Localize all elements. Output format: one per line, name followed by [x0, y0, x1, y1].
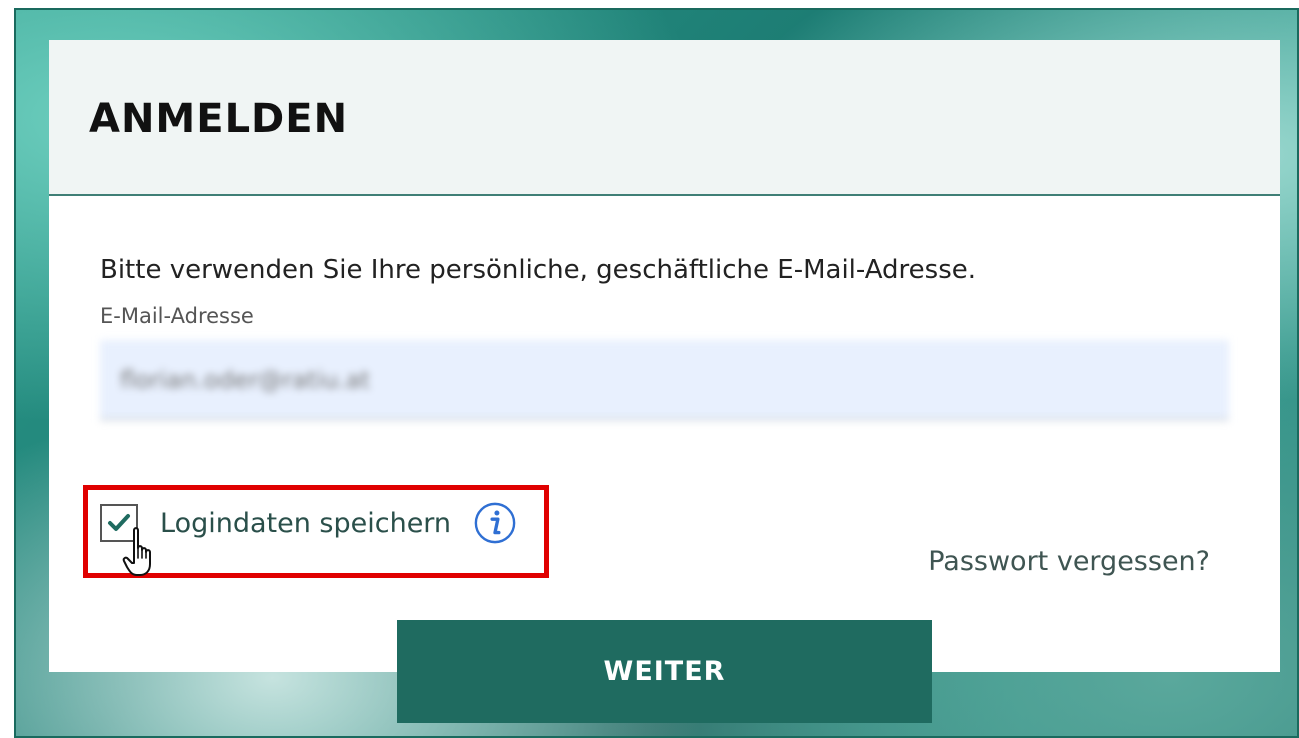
page-title: ANMELDEN	[89, 96, 349, 142]
instruction-text: Bitte verwenden Sie Ihre persönliche, ge…	[100, 255, 977, 285]
email-field[interactable]	[100, 340, 1229, 420]
card-header: ANMELDEN	[49, 40, 1280, 196]
continue-button[interactable]: WEITER	[397, 620, 932, 723]
email-label: E-Mail-Adresse	[100, 304, 254, 328]
forgot-password-link[interactable]: Passwort vergessen?	[928, 546, 1210, 577]
hand-pointer-icon	[122, 527, 151, 576]
